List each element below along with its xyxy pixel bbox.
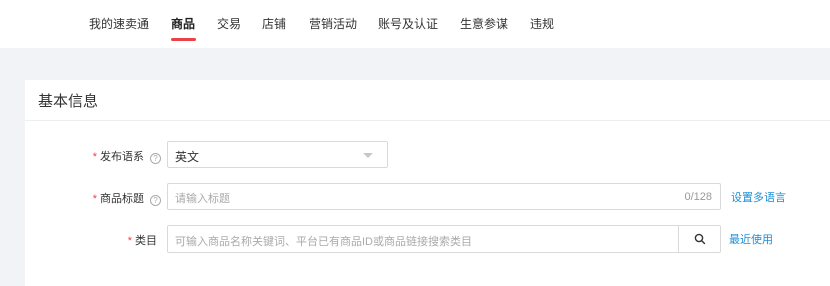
nav-item-store[interactable]: 店铺 [262, 15, 286, 32]
set-multi-language-link[interactable]: 设置多语言 [731, 189, 786, 205]
product-title-placeholder: 请输入标题 [175, 193, 230, 205]
nav-item-my-aliexpress[interactable]: 我的速卖通 [89, 15, 149, 32]
nav-item-marketing[interactable]: 营销活动 [309, 15, 357, 32]
help-icon[interactable]: ? [150, 195, 161, 206]
product-title-input[interactable]: 请输入标题 0/128 [167, 183, 721, 210]
required-mark: * [92, 151, 97, 163]
language-select[interactable]: 英文 [167, 141, 388, 168]
nav-item-account[interactable]: 账号及认证 [378, 15, 438, 32]
nav-item-orders[interactable]: 交易 [217, 15, 241, 32]
category-label: * 类目 [27, 232, 157, 248]
chevron-down-icon [363, 153, 373, 158]
language-label-text: 发布语系 [100, 151, 144, 163]
category-search-button[interactable] [678, 226, 720, 252]
recently-used-link[interactable]: 最近使用 [729, 231, 773, 247]
category-label-text: 类目 [135, 235, 157, 247]
section-divider [25, 120, 830, 121]
help-icon[interactable]: ? [150, 153, 161, 164]
required-mark: * [92, 193, 97, 205]
nav-item-business-advisor[interactable]: 生意参谋 [460, 15, 508, 32]
required-mark: * [127, 235, 132, 247]
title-char-counter: 0/128 [684, 191, 712, 203]
title-label-text: 商品标题 [100, 193, 144, 205]
top-navigation: 我的速卖通 商品 交易 店铺 营销活动 账号及认证 生意参谋 违规 [0, 0, 830, 48]
section-title: 基本信息 [38, 93, 99, 110]
title-label: * 商品标题? [31, 190, 161, 206]
nav-item-products[interactable]: 商品 [171, 15, 195, 32]
category-search-input[interactable]: 可输入商品名称关键词、平台已有商品ID或商品链接搜索类目 [167, 225, 721, 253]
category-search-placeholder: 可输入商品名称关键词、平台已有商品ID或商品链接搜索类目 [175, 236, 472, 248]
search-icon [694, 233, 706, 245]
language-label: * 发布语系? [31, 148, 161, 164]
language-select-value: 英文 [175, 150, 200, 164]
active-tab-indicator [171, 38, 196, 41]
nav-item-violations[interactable]: 违规 [530, 15, 554, 32]
